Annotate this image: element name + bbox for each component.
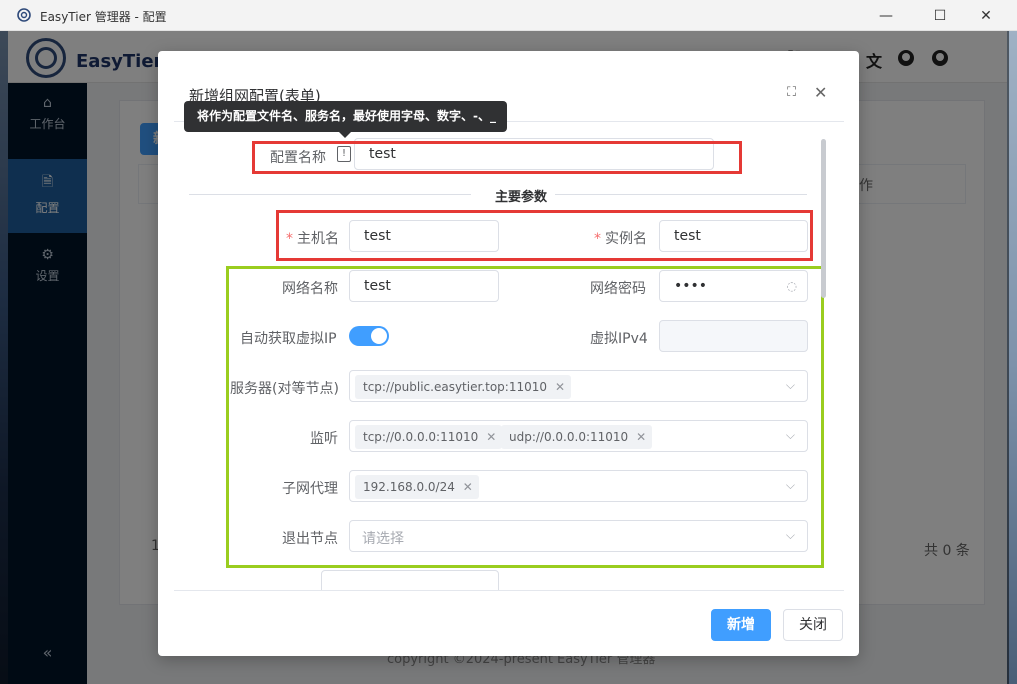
close-window-button[interactable]: ✕ <box>963 0 1009 31</box>
section-divider-right <box>549 194 807 195</box>
maximize-icon: ☐ <box>933 7 947 24</box>
section-title: 主要参数 <box>487 186 556 205</box>
minimize-icon: — <box>879 7 893 24</box>
new-network-dialog: 新增组网配置(表单) ⛶ ✕ 配置名称 ! test 主要参数 * 主机名 tes… <box>158 51 859 656</box>
highlight-params <box>226 266 824 568</box>
next-field-input[interactable] <box>321 570 499 590</box>
fullscreen-icon[interactable]: ⛶ <box>787 85 796 100</box>
window-title: EasyTier 管理器 - 配置 <box>40 10 167 24</box>
dialog-scrollbar[interactable] <box>821 139 826 298</box>
confirm-add-button[interactable]: 新增 <box>711 609 771 641</box>
section-divider-left <box>189 194 471 195</box>
close-icon: ✕ <box>980 7 992 24</box>
app-logo-icon <box>17 8 31 22</box>
highlight-config-name <box>252 141 742 174</box>
highlight-host-instance <box>276 210 813 261</box>
config-name-tooltip: 将作为配置文件名、服务名，最好使用字母、数字、-、_ <box>184 101 507 138</box>
close-dialog-button[interactable]: 关闭 <box>783 609 843 641</box>
dialog-footer: 新增 关闭 <box>174 590 844 656</box>
close-icon[interactable]: ✕ <box>814 83 827 102</box>
minimize-button[interactable]: — <box>863 0 909 31</box>
maximize-button[interactable]: ☐ <box>917 0 963 31</box>
dialog-body: 配置名称 ! test 主要参数 * 主机名 test * 实例名 test 网络名… <box>174 121 844 590</box>
window-titlebar: EasyTier 管理器 - 配置 — ☐ ✕ <box>0 0 1017 31</box>
